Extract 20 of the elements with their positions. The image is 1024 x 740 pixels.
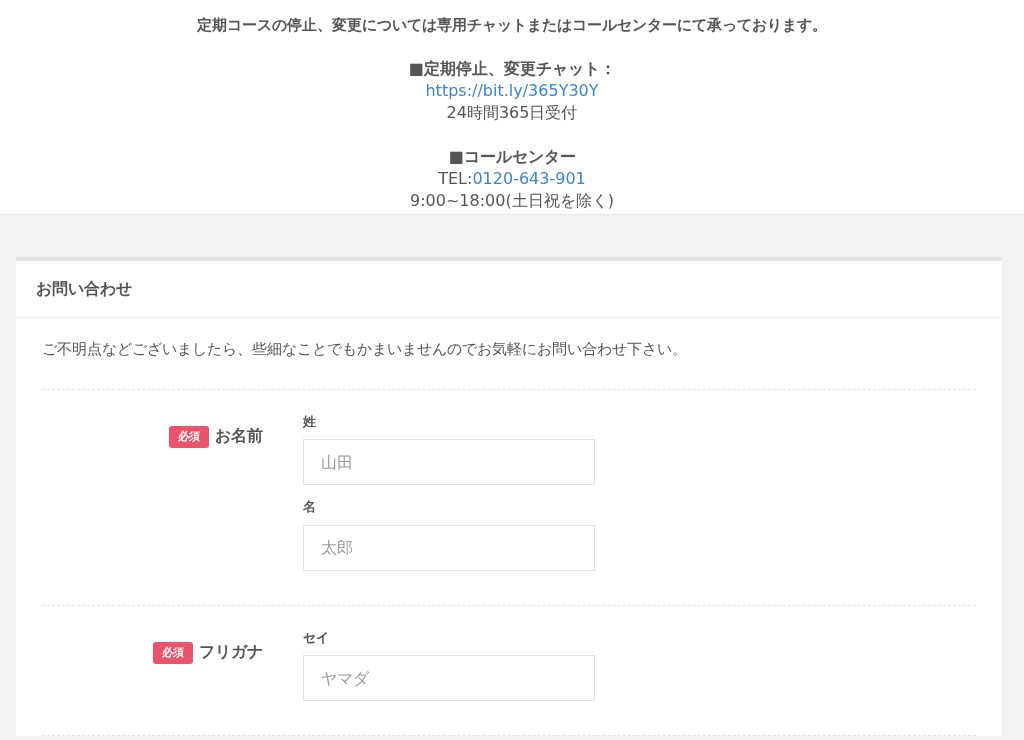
contact-hours: 24時間365日受付 [445, 102, 579, 124]
required-badge: 必須 [153, 641, 193, 664]
text-input[interactable]: ヤマダ [303, 655, 595, 701]
contact-heading: ■コールセンター [447, 146, 577, 168]
contact-link[interactable]: https://bit.ly/365Y30Y [425, 81, 599, 100]
contact-link[interactable]: 0120-643-901 [472, 169, 586, 188]
text-input[interactable]: 山田 [303, 439, 595, 485]
notice-headline: 定期コースの停止、変更については専用チャットまたはコールセンターにて承っております。 [196, 15, 828, 36]
field-sublabel: 名 [303, 498, 317, 516]
field-label: お名前 [215, 424, 263, 447]
field-label: フリガナ [199, 640, 263, 663]
contact-label: TEL: [438, 169, 473, 188]
text-input[interactable]: 太郎 [303, 524, 595, 571]
field-sublabel: セイ [303, 628, 330, 647]
intro-text: ご不明点などございましたら、些細なことでもかまいませんのでお気軽にお問い合わせ下さい。 [42, 338, 976, 390]
card-title: お問い合わせ [16, 261, 1002, 318]
contact-hours: 9:00~18:00(土日祝を除く) [409, 190, 615, 212]
required-badge: 必須 [169, 425, 209, 448]
field-sublabel: 姓 [303, 412, 317, 431]
contact-heading: ■定期停止、変更チャット： [407, 58, 617, 80]
